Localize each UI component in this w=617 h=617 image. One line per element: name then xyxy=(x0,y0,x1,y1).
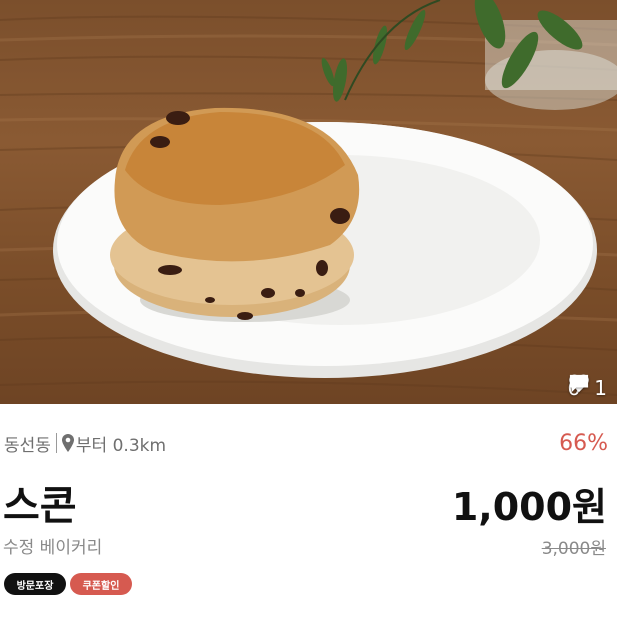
shop-name[interactable]: 수정 베이커리 xyxy=(3,533,102,558)
discount-rate: 66% xyxy=(559,431,608,456)
distance-label: 부터 0.3km xyxy=(75,435,167,456)
original-price: 3,000원 xyxy=(541,539,606,559)
comment-icon xyxy=(569,374,588,393)
comment-count[interactable]: 1 xyxy=(569,374,607,400)
neighborhood-label: 동선동 xyxy=(4,435,51,456)
location-pin-icon xyxy=(61,434,74,452)
sale-price: 1,000원 xyxy=(451,485,607,529)
badge-list: 방문포장 쿠폰할인 xyxy=(4,573,132,595)
product-name: 스콘 xyxy=(3,483,77,529)
scone-illustration xyxy=(0,0,617,396)
divider xyxy=(55,433,57,453)
takeout-badge: 방문포장 xyxy=(4,573,66,595)
location-info: 동선동 부터 0.3km xyxy=(4,430,166,456)
photo-stats: 6 1 xyxy=(568,373,607,403)
coupon-badge: 쿠폰할인 xyxy=(70,573,132,595)
comment-count-value: 1 xyxy=(594,376,607,400)
product-photo[interactable]: 6 1 xyxy=(0,0,617,404)
